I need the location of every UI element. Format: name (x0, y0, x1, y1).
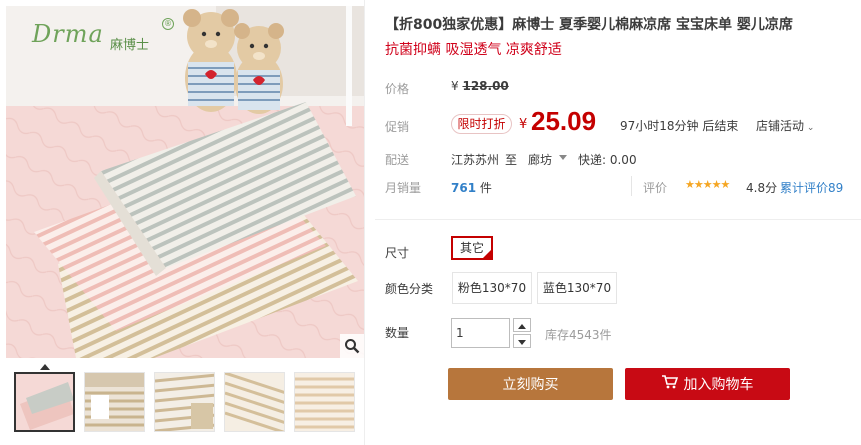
ship-to-word: 至 (505, 153, 518, 167)
monthly-sales-count: 761 (451, 181, 477, 195)
product-photo-illustration (6, 6, 364, 358)
stock-count: 库存4543件 (545, 328, 612, 342)
monthly-sales-unit: 件 (479, 181, 492, 195)
brand-logo: Drma 麻博士 ® (26, 18, 176, 58)
thumbnail-4[interactable] (224, 372, 285, 432)
reviews-link[interactable]: 累计评价89 (780, 179, 843, 196)
thumbnail-2[interactable] (84, 372, 145, 432)
chevron-up-icon (518, 318, 526, 332)
rating-stars: ★★★★★ (685, 178, 730, 191)
color-label: 颜色分类 (385, 282, 434, 296)
rating-label: 评价 (643, 181, 668, 195)
thumbnail-3[interactable] (154, 372, 215, 432)
chevron-down-icon (518, 334, 526, 348)
section-divider (375, 219, 861, 220)
gallery-divider (364, 0, 365, 445)
thumbnail-5[interactable] (294, 372, 355, 432)
shipping-label: 配送 (385, 153, 410, 167)
active-thumbnail-caret (40, 364, 50, 370)
buy-now-label: 立刻购买 (502, 377, 559, 393)
stats-separator (631, 176, 632, 196)
add-to-cart-label: 加入购物车 (683, 377, 754, 393)
magnifier-icon[interactable] (340, 334, 364, 358)
color-option-blue[interactable]: 蓝色130*70 (537, 272, 617, 304)
brand-logo-script: Drma (32, 20, 104, 48)
rating-score: 4.8分 (746, 181, 778, 195)
shipping-fee: 快递: 0.00 (578, 153, 637, 167)
size-option-label: 其它 (459, 241, 484, 255)
monthly-sales: 761 件 (451, 179, 492, 196)
add-to-cart-button[interactable]: 加入购物车 (625, 368, 790, 400)
quantity-label: 数量 (385, 326, 410, 340)
store-activity-label: 店铺活动 (756, 119, 805, 133)
monthly-sales-label: 月销量 (385, 181, 422, 195)
original-price: ¥ 128.00 (451, 79, 509, 93)
quantity-input[interactable]: 1 (451, 318, 510, 348)
promo-label: 促销 (385, 120, 410, 134)
shopping-cart-icon (661, 375, 678, 393)
price-label: 价格 (385, 82, 410, 96)
thumbnail-strip (14, 372, 359, 432)
color-option-label: 粉色130*70 (457, 281, 527, 295)
current-price-currency: ¥ (519, 117, 528, 132)
caret-down-icon[interactable] (559, 155, 567, 160)
size-label: 尺寸 (385, 246, 410, 260)
quantity-decrease-button[interactable] (513, 334, 531, 348)
buy-now-button[interactable]: 立刻购买 (448, 368, 613, 400)
thumbnail-1[interactable] (14, 372, 75, 432)
registered-mark: ® (162, 18, 174, 30)
ship-to-city-select[interactable]: 廊坊 (528, 151, 552, 168)
current-price: 25.09 (531, 106, 597, 136)
brand-logo-chinese: 麻博士 (110, 38, 150, 53)
promo-tag: 限时打折 (451, 114, 512, 134)
color-option-pink[interactable]: 粉色130*70 (452, 272, 532, 304)
promo-countdown: 97小时18分钟 后结束 (620, 119, 739, 133)
product-title: 【折800独家优惠】麻博士 夏季婴儿棉麻凉席 宝宝床单 婴儿凉席 (385, 17, 793, 33)
quantity-increase-button[interactable] (513, 318, 531, 332)
chevron-down-icon: ⌄ (804, 123, 815, 133)
selected-check-icon (482, 249, 492, 259)
ship-from: 江苏苏州 (451, 153, 500, 167)
size-option-other[interactable]: 其它 (451, 236, 493, 260)
original-price-value: 128.00 (462, 79, 509, 93)
main-product-image[interactable]: Drma 麻博士 ® (6, 6, 364, 358)
store-activity-dropdown[interactable]: 店铺活动 ⌄ (756, 117, 814, 134)
product-subtitle: 抗菌抑螨 吸湿透气 凉爽舒适 (385, 42, 562, 58)
original-price-currency: ¥ (451, 79, 459, 93)
color-option-label: 蓝色130*70 (542, 281, 612, 295)
